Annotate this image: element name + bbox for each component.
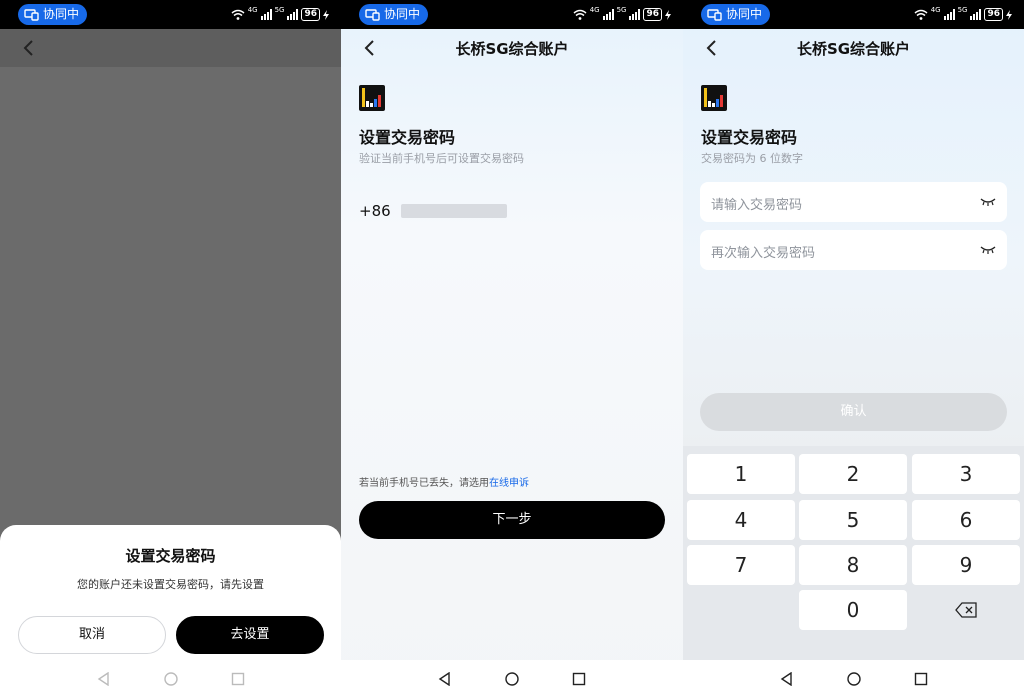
brand-logo bbox=[701, 85, 727, 111]
signal-icon-1 bbox=[260, 5, 272, 24]
nav-home-icon[interactable] bbox=[846, 671, 861, 686]
key-5[interactable]: 5 bbox=[799, 500, 907, 540]
key-4[interactable]: 4 bbox=[687, 500, 795, 540]
signal-label-2: 5G bbox=[274, 6, 285, 14]
collab-pill[interactable]: 协同中 bbox=[359, 4, 429, 25]
key-0[interactable]: 0 bbox=[799, 590, 907, 630]
system-navigation-bar bbox=[0, 660, 341, 697]
nav-back-icon[interactable] bbox=[438, 671, 452, 686]
lost-phone-hint: 若当前手机号已丢失，请选用在线申诉 bbox=[359, 474, 529, 489]
nav-home-icon[interactable] bbox=[505, 671, 519, 686]
key-7[interactable]: 7 bbox=[687, 545, 795, 585]
cancel-button[interactable]: 取消 bbox=[18, 616, 166, 654]
collab-label: 协同中 bbox=[726, 7, 763, 21]
password-input[interactable]: 请输入交易密码 bbox=[700, 182, 1007, 222]
battery-level: 96 bbox=[643, 8, 662, 21]
charging-icon bbox=[665, 5, 671, 24]
navigation-bar: 长桥SG综合账户 bbox=[341, 29, 683, 67]
masked-phone-number bbox=[400, 204, 507, 218]
online-appeal-link[interactable]: 在线申诉 bbox=[489, 478, 529, 489]
key-1[interactable]: 1 bbox=[687, 454, 795, 494]
signal-icon-2 bbox=[629, 5, 641, 24]
devices-icon bbox=[707, 8, 722, 21]
signal-label-1: 4G bbox=[589, 6, 600, 14]
signal-icon-1 bbox=[602, 5, 614, 24]
confirm-password-input[interactable]: 再次输入交易密码 bbox=[700, 230, 1007, 270]
signal-icon-2 bbox=[287, 5, 299, 24]
status-indicators: 4G 5G 96 bbox=[914, 7, 1012, 22]
status-bar: 协同中 4G 5G 96 bbox=[0, 0, 341, 29]
nav-recents-icon[interactable] bbox=[914, 672, 928, 686]
battery-level: 96 bbox=[984, 8, 1003, 21]
go-setup-button[interactable]: 去设置 bbox=[176, 616, 324, 654]
wifi-icon bbox=[573, 5, 587, 24]
numeric-keypad: 1 2 3 4 5 6 7 8 9 0 bbox=[683, 446, 1024, 660]
charging-icon bbox=[323, 5, 329, 24]
country-code: +86 bbox=[359, 202, 391, 220]
setup-password-dialog: 设置交易密码 您的账户还未设置交易密码，请先设置 取消 去设置 bbox=[0, 525, 341, 660]
page-title: 长桥SG综合账户 bbox=[455, 40, 569, 58]
delete-key[interactable] bbox=[912, 590, 1020, 630]
system-navigation-bar bbox=[341, 660, 683, 697]
page-subtitle: 验证当前手机号后可设置交易密码 bbox=[359, 152, 524, 165]
eye-closed-icon[interactable] bbox=[980, 244, 996, 254]
signal-icon-1 bbox=[943, 5, 955, 24]
signal-label-2: 5G bbox=[616, 6, 627, 14]
collab-label: 协同中 bbox=[384, 7, 421, 21]
collab-pill[interactable]: 协同中 bbox=[701, 4, 771, 25]
nav-back-icon[interactable] bbox=[97, 671, 111, 686]
phone-screen-verify: 协同中 4G 5G 96 长桥SG综合账户 设置交易密码 验证当前手机号后可设置… bbox=[341, 0, 683, 697]
next-step-button[interactable]: 下一步 bbox=[359, 501, 665, 539]
lost-phone-text: 若当前手机号已丢失，请选用 bbox=[359, 478, 489, 489]
signal-label-1: 4G bbox=[247, 6, 258, 14]
status-indicators: 4G 5G 96 bbox=[231, 7, 329, 22]
navigation-bar: 长桥SG综合账户 bbox=[683, 29, 1024, 67]
status-indicators: 4G 5G 96 bbox=[573, 7, 671, 22]
brand-logo bbox=[359, 85, 385, 111]
chevron-left-icon bbox=[23, 40, 33, 56]
signal-label-1: 4G bbox=[930, 6, 941, 14]
devices-icon bbox=[365, 8, 380, 21]
nav-recents-icon[interactable] bbox=[231, 672, 245, 686]
signal-label-2: 5G bbox=[957, 6, 968, 14]
nav-home-icon[interactable] bbox=[163, 671, 178, 686]
page-subtitle: 交易密码为 6 位数字 bbox=[701, 152, 803, 165]
key-3[interactable]: 3 bbox=[912, 454, 1020, 494]
devices-icon bbox=[24, 8, 39, 21]
system-navigation-bar bbox=[683, 660, 1024, 697]
navigation-bar bbox=[0, 29, 341, 67]
phone-number-display: +86 bbox=[359, 202, 507, 220]
back-button[interactable] bbox=[20, 38, 40, 58]
collab-label: 协同中 bbox=[43, 7, 80, 21]
phone-screen-set-password: 协同中 4G 5G 96 长桥SG综合账户 设置交易密码 交易密码为 6 位数字 bbox=[683, 0, 1024, 697]
page-heading: 设置交易密码 bbox=[359, 128, 456, 147]
screenshot-stage: 协同中 4G 5G 96 设置交易密码 您的账户还未设置交易密码，请先设置 取消… bbox=[0, 0, 1024, 697]
key-8[interactable]: 8 bbox=[799, 545, 907, 585]
password-placeholder: 请输入交易密码 bbox=[711, 198, 803, 213]
status-bar: 协同中 4G 5G 96 bbox=[341, 0, 683, 29]
page-heading: 设置交易密码 bbox=[701, 128, 798, 147]
key-6[interactable]: 6 bbox=[912, 500, 1020, 540]
dialog-message: 您的账户还未设置交易密码，请先设置 bbox=[77, 578, 264, 591]
signal-icon-2 bbox=[970, 5, 982, 24]
confirm-button[interactable]: 确认 bbox=[700, 393, 1007, 431]
collab-pill[interactable]: 协同中 bbox=[18, 4, 88, 25]
nav-recents-icon[interactable] bbox=[572, 672, 586, 686]
key-2[interactable]: 2 bbox=[799, 454, 907, 494]
charging-icon bbox=[1006, 5, 1012, 24]
phone-screen-dialog: 协同中 4G 5G 96 设置交易密码 您的账户还未设置交易密码，请先设置 取消… bbox=[0, 0, 341, 697]
wifi-icon bbox=[914, 5, 928, 24]
dialog-title: 设置交易密码 bbox=[125, 547, 216, 565]
status-bar: 协同中 4G 5G 96 bbox=[683, 0, 1024, 29]
eye-closed-icon[interactable] bbox=[980, 196, 996, 206]
nav-back-icon[interactable] bbox=[780, 671, 794, 686]
confirm-password-placeholder: 再次输入交易密码 bbox=[711, 246, 816, 261]
key-9[interactable]: 9 bbox=[912, 545, 1020, 585]
wifi-icon bbox=[231, 5, 245, 24]
backspace-icon bbox=[955, 602, 977, 618]
battery-level: 96 bbox=[301, 8, 320, 21]
page-title: 长桥SG综合账户 bbox=[796, 40, 911, 58]
